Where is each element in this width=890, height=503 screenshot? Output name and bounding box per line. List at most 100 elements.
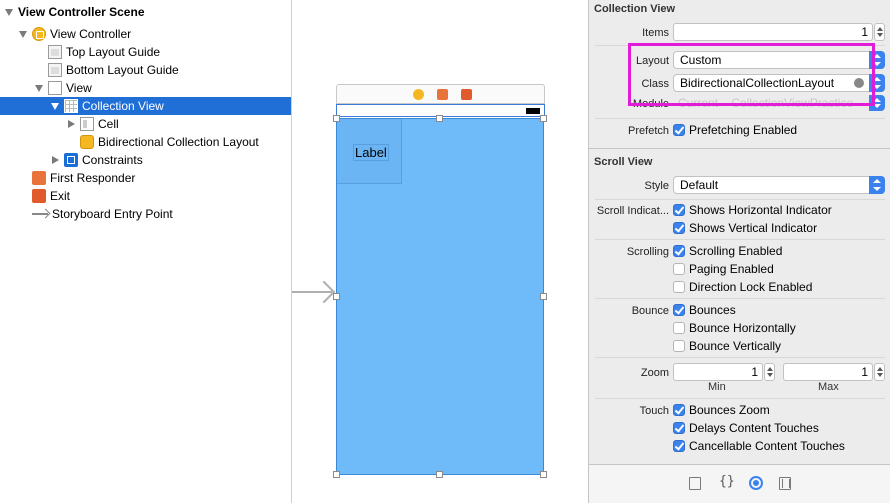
bounces-checkbox[interactable]: Bounces [673, 302, 736, 318]
checkbox-icon[interactable] [673, 422, 685, 434]
outline-item-view-controller[interactable]: View Controller [0, 25, 291, 43]
cancellable-touches-checkbox[interactable]: Cancellable Content Touches [673, 438, 845, 454]
outline-item-bottom-layout-guide[interactable]: Bottom Layout Guide [0, 61, 291, 79]
outline-item-cell[interactable]: Cell [0, 115, 291, 133]
cell-icon [80, 117, 94, 131]
bounce-label: Bounce [631, 305, 669, 317]
resize-handle[interactable] [436, 471, 443, 478]
cell-label[interactable]: Label [353, 144, 389, 161]
checkbox-label: Bounces Zoom [689, 403, 770, 417]
checkbox-icon[interactable] [673, 304, 685, 316]
disclosure-triangle-icon[interactable] [34, 83, 44, 93]
outline-item-constraints[interactable]: Constraints [0, 151, 291, 169]
scrolling-label: Scrolling [626, 246, 669, 258]
exit-icon[interactable] [461, 89, 472, 100]
delays-touches-checkbox[interactable]: Delays Content Touches [673, 420, 819, 436]
resize-handle[interactable] [540, 293, 547, 300]
outline-item-exit[interactable]: Exit [0, 187, 291, 205]
outline-item-storyboard-entry-point[interactable]: Storyboard Entry Point [0, 205, 291, 223]
outline-item-bidirectional-layout[interactable]: Bidirectional Collection Layout [0, 133, 291, 151]
checkbox-label: Paging Enabled [689, 262, 774, 276]
outline-label: Bidirectional Collection Layout [98, 135, 259, 149]
checkbox-icon[interactable] [673, 245, 685, 257]
outline-item-top-layout-guide[interactable]: Top Layout Guide [0, 43, 291, 61]
disclosure-triangle-icon[interactable] [50, 155, 60, 165]
items-stepper[interactable] [874, 23, 885, 41]
scrolling-enabled-checkbox[interactable]: Scrolling Enabled [673, 243, 782, 259]
outline-item-view[interactable]: View [0, 79, 291, 97]
entry-point-arrow-icon [32, 213, 48, 215]
shows-horizontal-checkbox[interactable]: Shows Horizontal Indicator [673, 202, 832, 218]
document-outline: View Controller Scene View Controller To… [0, 0, 292, 503]
view-controller-icon[interactable] [413, 89, 424, 100]
resize-handle[interactable] [333, 293, 340, 300]
outline-item-first-responder[interactable]: First Responder [0, 169, 291, 187]
outline-label: Collection View [82, 99, 164, 113]
resize-handle[interactable] [333, 115, 340, 122]
attributes-inspector-icon[interactable] [749, 476, 763, 490]
items-field[interactable]: 1 [673, 23, 873, 41]
size-inspector-icon[interactable] [779, 477, 791, 490]
style-popup[interactable]: Default [673, 176, 885, 194]
view-icon [48, 81, 62, 95]
first-responder-icon[interactable] [437, 89, 448, 100]
direction-lock-checkbox[interactable]: Direction Lock Enabled [673, 279, 812, 295]
checkbox-icon[interactable] [673, 222, 685, 234]
collection-view[interactable]: Label [336, 118, 544, 475]
resize-handle[interactable] [540, 471, 547, 478]
outline-label: View Controller [50, 27, 132, 41]
checkbox-label: Bounce Vertically [689, 339, 782, 353]
disclosure-triangle-icon[interactable] [66, 119, 76, 129]
collection-view-icon [64, 99, 78, 113]
shows-vertical-checkbox[interactable]: Shows Vertical Indicator [673, 220, 817, 236]
zoom-max-stepper[interactable] [874, 363, 885, 381]
zoom-label: Zoom [640, 367, 669, 379]
checkbox-label: Shows Horizontal Indicator [689, 203, 832, 217]
resize-handle[interactable] [436, 115, 443, 122]
quick-help-icon[interactable]: {} [719, 474, 735, 489]
separator [595, 398, 885, 399]
bounce-horizontally-checkbox[interactable]: Bounce Horizontally [673, 320, 796, 336]
zoom-min-stepper[interactable] [764, 363, 775, 381]
checkbox-icon[interactable] [673, 440, 685, 452]
disclosure-triangle-icon[interactable] [18, 29, 28, 39]
object-cube-icon [80, 135, 94, 149]
outline-label: Storyboard Entry Point [52, 207, 173, 221]
checkbox-label: Bounces [689, 303, 736, 317]
section-separator [589, 148, 890, 149]
storyboard-canvas[interactable]: Label [292, 0, 588, 503]
checkbox-icon[interactable] [673, 404, 685, 416]
checkbox-label: Shows Vertical Indicator [689, 221, 818, 235]
bounce-vertically-checkbox[interactable]: Bounce Vertically [673, 338, 781, 354]
checkbox-icon[interactable] [673, 322, 685, 334]
disclosure-triangle-icon[interactable] [4, 7, 14, 17]
collection-view-cell[interactable]: Label [337, 119, 402, 184]
checkbox-icon[interactable] [673, 340, 685, 352]
entry-point-arrow-icon[interactable] [292, 291, 332, 293]
layout-guide-icon [48, 45, 62, 59]
checkbox-icon[interactable] [673, 204, 685, 216]
view-controller-icon [32, 27, 46, 41]
checkbox-label: Scrolling Enabled [689, 244, 783, 258]
scene-dock[interactable] [336, 84, 545, 104]
checkbox-icon[interactable] [673, 263, 685, 275]
outline-item-view-controller-scene[interactable]: View Controller Scene [0, 3, 291, 21]
checkbox-icon[interactable] [673, 281, 685, 293]
resize-handle[interactable] [333, 471, 340, 478]
bounces-zoom-checkbox[interactable]: Bounces Zoom [673, 402, 770, 418]
prefetching-checkbox[interactable]: Prefetching Enabled [673, 122, 797, 138]
disclosure-triangle-icon[interactable] [50, 101, 60, 111]
outline-label: First Responder [50, 171, 136, 185]
zoom-min-field[interactable]: 1 [673, 363, 763, 381]
section-title-scroll-view: Scroll View [594, 156, 653, 168]
chevron-updown-icon[interactable] [869, 176, 885, 194]
outline-label: Bottom Layout Guide [66, 63, 179, 77]
paging-enabled-checkbox[interactable]: Paging Enabled [673, 261, 774, 277]
checkbox-icon[interactable] [673, 124, 685, 136]
outline-item-collection-view[interactable]: Collection View [0, 97, 291, 115]
items-label: Items [642, 27, 669, 39]
zoom-max-field[interactable]: 1 [783, 363, 873, 381]
file-inspector-icon[interactable] [689, 477, 701, 490]
checkbox-label: Bounce Horizontally [689, 321, 796, 335]
resize-handle[interactable] [540, 115, 547, 122]
